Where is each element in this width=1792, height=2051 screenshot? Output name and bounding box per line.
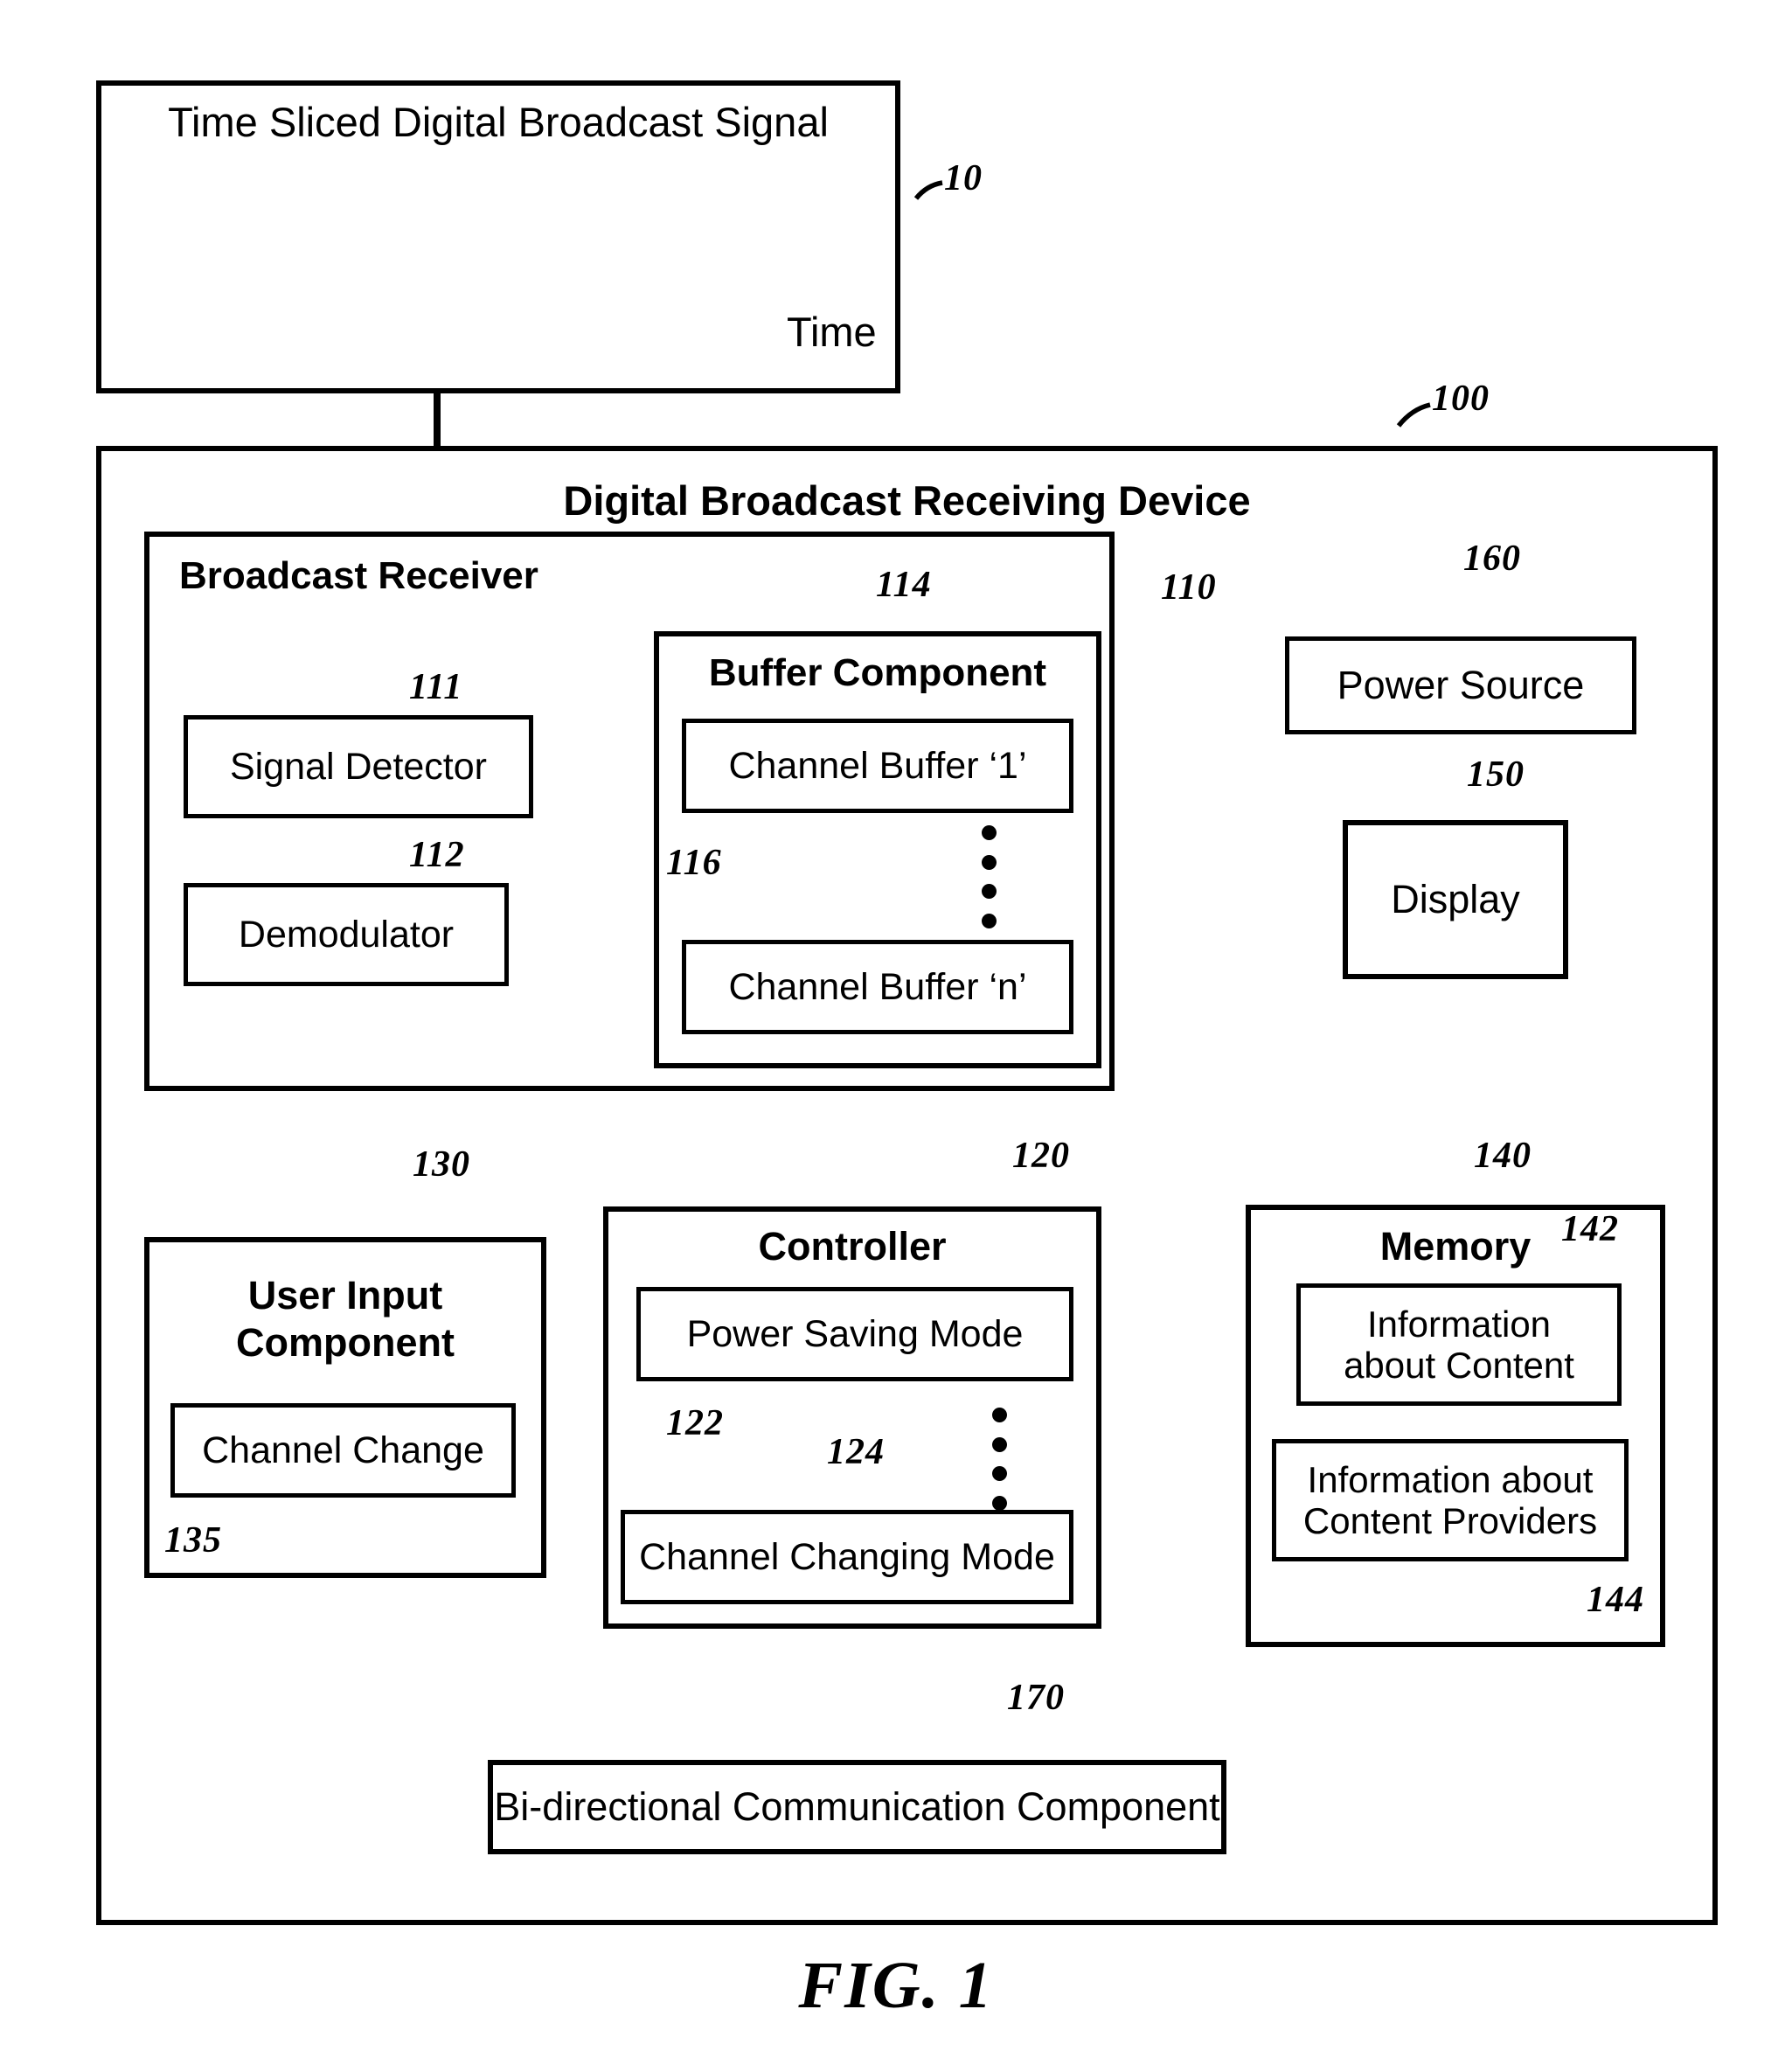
channel-change-box: Channel Change xyxy=(170,1403,516,1498)
controller-ellipsis-dots xyxy=(992,1408,1007,1511)
channel-buffer-n-label: Channel Buffer ‘n’ xyxy=(728,965,1027,1008)
ref-144: 144 xyxy=(1587,1580,1644,1620)
ref-150: 150 xyxy=(1467,754,1525,795)
info-providers-line1: Information about xyxy=(1307,1458,1594,1500)
ref-135: 135 xyxy=(164,1520,222,1561)
buffer-component-title: Buffer Component xyxy=(708,651,1047,694)
ref-140: 140 xyxy=(1474,1136,1532,1176)
ref-122: 122 xyxy=(666,1403,724,1443)
ref-130: 130 xyxy=(413,1144,470,1185)
display-label: Display xyxy=(1391,876,1520,921)
channel-buffer-1-box: Channel Buffer ‘1’ xyxy=(682,719,1073,813)
controller-title: Controller xyxy=(758,1224,947,1269)
time-axis-label: Time xyxy=(787,309,877,355)
ref-100: 100 xyxy=(1432,379,1490,419)
bidirectional-communication-component-box: Bi-directional Communication Component xyxy=(488,1760,1226,1854)
info-content-line2: about Content xyxy=(1344,1345,1574,1386)
time-sliced-signal-title: Time Sliced Digital Broadcast Signal xyxy=(168,99,829,145)
power-saving-mode-label: Power Saving Mode xyxy=(686,1312,1024,1355)
channel-buffer-n-box: Channel Buffer ‘n’ xyxy=(682,940,1073,1034)
information-about-content-label: Information about Content xyxy=(1344,1304,1574,1386)
figure-canvas: Time Sliced Digital Broadcast Signal Tim… xyxy=(0,0,1792,2051)
power-saving-mode-box: Power Saving Mode xyxy=(636,1287,1073,1381)
info-content-line1: Information xyxy=(1366,1303,1552,1345)
buffer-ellipsis-dots xyxy=(982,825,997,928)
channel-changing-mode-box: Channel Changing Mode xyxy=(621,1510,1073,1604)
demodulator-box: Demodulator xyxy=(184,883,509,986)
figure-caption: FIG. 1 xyxy=(798,1949,994,2022)
bidirectional-communication-label: Bi-directional Communication Component xyxy=(494,1783,1220,1829)
information-about-content-box: Information about Content xyxy=(1296,1283,1622,1406)
ref-10: 10 xyxy=(944,158,983,198)
channel-buffer-1-label: Channel Buffer ‘1’ xyxy=(728,744,1027,787)
power-source-box: Power Source xyxy=(1285,636,1636,734)
demodulator-label: Demodulator xyxy=(238,913,455,956)
info-providers-line2: Content Providers xyxy=(1302,1500,1598,1541)
ref-112: 112 xyxy=(409,835,465,875)
ref-114: 114 xyxy=(876,565,932,605)
user-input-component-title-line2: Component xyxy=(236,1320,455,1365)
display-box: Display xyxy=(1343,820,1568,979)
ref-170: 170 xyxy=(1007,1678,1065,1718)
channel-change-label: Channel Change xyxy=(202,1429,484,1471)
channel-changing-mode-label: Channel Changing Mode xyxy=(639,1535,1055,1578)
ref-110: 110 xyxy=(1161,567,1217,608)
ref-120: 120 xyxy=(1012,1136,1070,1176)
ref-142: 142 xyxy=(1561,1209,1619,1249)
user-input-component-title-line1: User Input xyxy=(247,1273,443,1318)
ref-124: 124 xyxy=(827,1432,885,1472)
broadcast-receiver-title: Broadcast Receiver xyxy=(179,554,538,597)
information-about-content-providers-label: Information about Content Providers xyxy=(1303,1459,1597,1541)
ref-160: 160 xyxy=(1463,539,1521,579)
power-source-label: Power Source xyxy=(1337,662,1585,707)
information-about-content-providers-box: Information about Content Providers xyxy=(1272,1439,1629,1561)
signal-detector-box: Signal Detector xyxy=(184,715,533,818)
device-title: Digital Broadcast Receiving Device xyxy=(563,477,1251,524)
ref-111: 111 xyxy=(409,667,463,707)
signal-detector-label: Signal Detector xyxy=(230,745,487,788)
ref-116: 116 xyxy=(666,843,722,883)
